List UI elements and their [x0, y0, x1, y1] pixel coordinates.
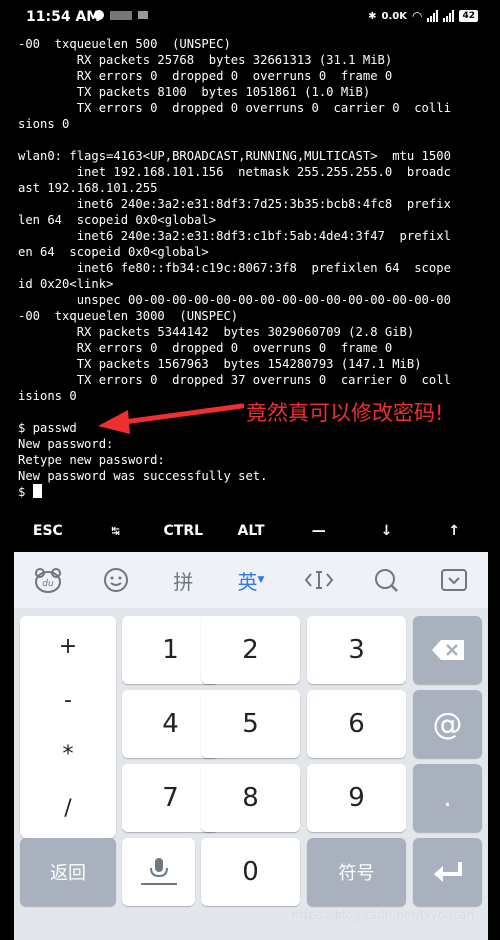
terminal-line: New password was successfully set. [18, 469, 268, 483]
watermark: https://blog.csdn.net/lxyoucan [291, 908, 474, 922]
terminal-line: Retype new password: [18, 453, 165, 467]
ime-toolbar: du 拼 英 ▼ [14, 552, 488, 608]
alt-key[interactable]: ALT [217, 510, 285, 552]
english-mode-button[interactable]: 英 ▼ [231, 560, 271, 600]
asterisk-key[interactable]: * [20, 742, 116, 767]
battery-icon: 42 [459, 10, 478, 22]
voice-key[interactable] [122, 838, 195, 906]
numeric-keypad: + - * / 1 2 3 4 5 6 @ 7 8 9 . 返回 0 符号 ht… [14, 608, 488, 940]
esc-key[interactable]: ESC [14, 510, 82, 552]
terminal-cursor [32, 484, 42, 498]
terminal-line: inet6 fe80::fb34:c19c:8067:3f8 prefixlen… [18, 261, 451, 275]
signal-icon [427, 10, 439, 22]
terminal-line: ast 192.168.101.255 [18, 181, 158, 195]
notification-icon-small [138, 11, 148, 19]
tab-key[interactable]: ↹ [82, 510, 150, 552]
symbols-key[interactable]: 符号 [307, 838, 406, 906]
terminal-line: inet6 240e:3a2:e31:8df3:c1bf:5ab:4de4:3f… [18, 229, 451, 243]
digit-8-key[interactable]: 8 [201, 764, 300, 832]
svg-text:du: du [42, 579, 54, 589]
pinyin-button[interactable]: 拼 [163, 560, 203, 600]
slash-key[interactable]: / [20, 796, 116, 821]
cursor-move-icon[interactable] [299, 560, 339, 600]
down-arrow-key[interactable]: ↓ [353, 510, 421, 552]
annotation-arrow-icon [98, 403, 244, 434]
terminal-line: TX packets 8100 bytes 1051861 (1.0 MiB) [18, 85, 371, 99]
terminal-line: sions 0 [18, 117, 70, 131]
symbol-column[interactable]: + - * / [20, 616, 116, 838]
digit-3-key[interactable]: 3 [307, 616, 406, 684]
terminal-line: TX errors 0 dropped 0 overruns 0 carrier… [18, 101, 451, 115]
terminal-line: en 64 scopeid 0x0<global> [18, 245, 209, 259]
terminal-output[interactable]: -00 txqueuelen 500 (UNSPEC) RX packets 2… [14, 36, 488, 508]
backspace-icon [431, 640, 464, 660]
back-key[interactable]: 返回 [20, 838, 116, 906]
digit-2-key[interactable]: 2 [201, 616, 300, 684]
notification-icon-blur [110, 10, 132, 20]
wifi-icon: ◠ [411, 9, 423, 23]
extra-keys-row: ESC ↹ CTRL ALT — ↓ ↑ [14, 510, 488, 552]
terminal-line: TX errors 0 dropped 37 overruns 0 carrie… [18, 373, 451, 387]
backspace-key[interactable] [413, 616, 482, 684]
baidu-du-icon[interactable]: du [28, 560, 68, 600]
phone-frame: 11:54 AM ✱ 0.0K ◠ 42 -00 txqueuelen 500 … [0, 0, 500, 940]
network-speed: 0.0K [381, 10, 407, 22]
status-bar: 11:54 AM ✱ 0.0K ◠ 42 [14, 0, 488, 36]
terminal-line: id 0x20<link> [18, 277, 114, 291]
dot-key[interactable]: . [413, 764, 482, 832]
status-time: 11:54 AM [26, 9, 101, 25]
terminal-line: len 64 scopeid 0x0<global> [18, 213, 217, 227]
bluetooth-icon: ✱ [368, 10, 377, 22]
terminal-line: TX packets 1567963 bytes 154280793 (147.… [18, 357, 422, 371]
terminal-prompt-line[interactable]: $ [14, 484, 488, 500]
terminal-line: -00 txqueuelen 3000 (UNSPEC) [18, 309, 239, 323]
terminal-line: New password: [18, 437, 114, 451]
terminal-prompt: $ [18, 485, 33, 499]
digit-6-key[interactable]: 6 [307, 690, 406, 758]
minus-key[interactable]: - [20, 688, 116, 713]
ctrl-key[interactable]: CTRL [149, 510, 217, 552]
plus-key[interactable]: + [20, 634, 116, 659]
emoji-icon[interactable] [96, 560, 136, 600]
digit-9-key[interactable]: 9 [307, 764, 406, 832]
terminal-line: RX packets 5344142 bytes 3029060709 (2.8… [18, 325, 415, 339]
terminal-line: RX errors 0 dropped 0 overruns 0 frame 0 [18, 69, 393, 83]
notification-icons [94, 10, 148, 20]
terminal-line: RX errors 0 dropped 0 overruns 0 frame 0 [18, 341, 393, 355]
search-icon[interactable] [366, 560, 406, 600]
terminal-line: inet 192.168.101.156 netmask 255.255.255… [18, 165, 451, 179]
terminal-line: unspec 00-00-00-00-00-00-00-00-00-00-00-… [18, 293, 451, 307]
terminal-line: -00 txqueuelen 500 (UNSPEC) [18, 37, 231, 51]
enter-key[interactable] [413, 838, 482, 906]
microphone-icon [140, 858, 177, 885]
digit-5-key[interactable]: 5 [201, 690, 300, 758]
up-arrow-key[interactable]: ↑ [420, 510, 488, 552]
terminal-line: wlan0: flags=4163<UP,BROADCAST,RUNNING,M… [18, 149, 451, 163]
enter-icon [433, 862, 462, 882]
status-right: ✱ 0.0K ◠ 42 [368, 9, 478, 23]
digit-0-key[interactable]: 0 [201, 838, 300, 906]
collapse-keyboard-icon[interactable] [434, 560, 474, 600]
english-label: 英 [237, 569, 258, 594]
terminal-line: inet6 240e:3a2:e31:8df3:7d25:3b35:bcb8:4… [18, 197, 451, 211]
notification-icon [94, 10, 104, 20]
caret-down-icon: ▼ [257, 575, 265, 585]
dash-key[interactable]: — [285, 510, 353, 552]
annotation-text: 竟然真可以修改密码! [246, 401, 444, 425]
signal-icon-2 [443, 10, 455, 22]
at-key[interactable]: @ [413, 690, 482, 758]
screen: 11:54 AM ✱ 0.0K ◠ 42 -00 txqueuelen 500 … [14, 0, 488, 940]
terminal-line: RX packets 25768 bytes 32661313 (31.1 Mi… [18, 53, 393, 67]
